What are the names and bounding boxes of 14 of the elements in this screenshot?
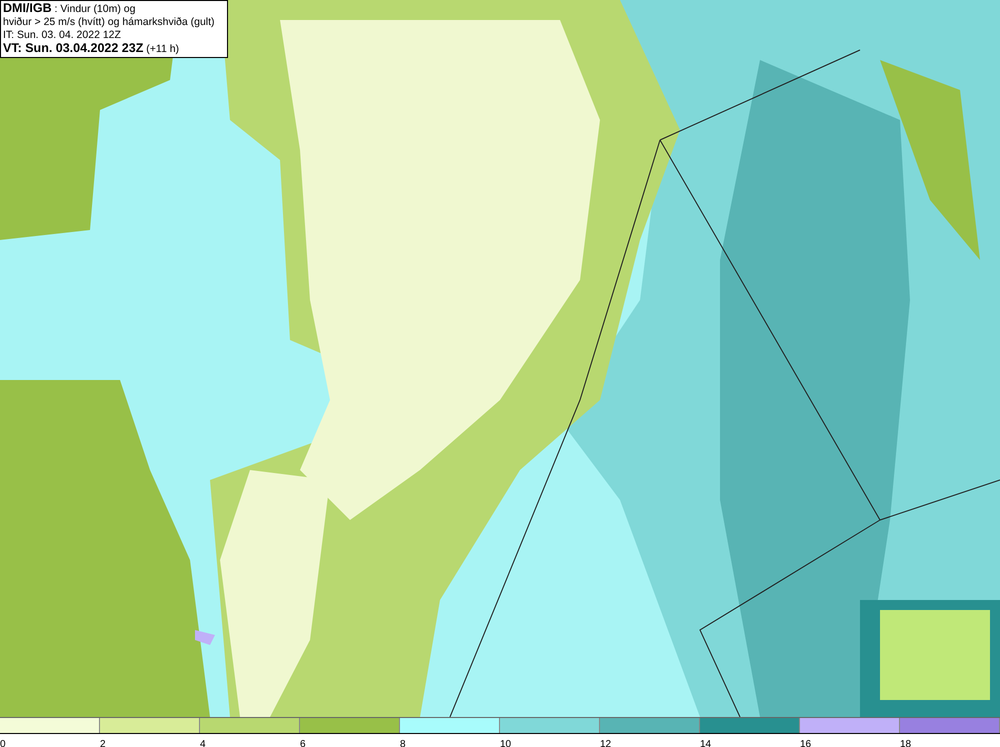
legend-label: 8 xyxy=(400,739,406,747)
info-text: hviður > 25 m/s (hvítt) og hámarkshviða (gult) xyxy=(3,16,216,29)
legend-label: 10 xyxy=(500,739,512,747)
info-text: IT: Sun. 03. 04. 2022 12Z xyxy=(3,29,122,42)
legend-label: 12 xyxy=(600,739,612,747)
legend-label: 0 xyxy=(0,739,6,747)
info-text: VT: Sun. 03.04.2022 23Z (+11 h) xyxy=(3,42,180,56)
info-text: DMI/IGB : Vindur (10m) og xyxy=(3,2,136,16)
legend-label: 2 xyxy=(100,739,106,747)
legend-label: 6 xyxy=(300,739,306,747)
legend-label: 4 xyxy=(200,739,206,747)
legend-label: 18 xyxy=(900,739,912,747)
legend-label: 14 xyxy=(700,739,712,747)
legend-label: 16 xyxy=(800,739,812,747)
